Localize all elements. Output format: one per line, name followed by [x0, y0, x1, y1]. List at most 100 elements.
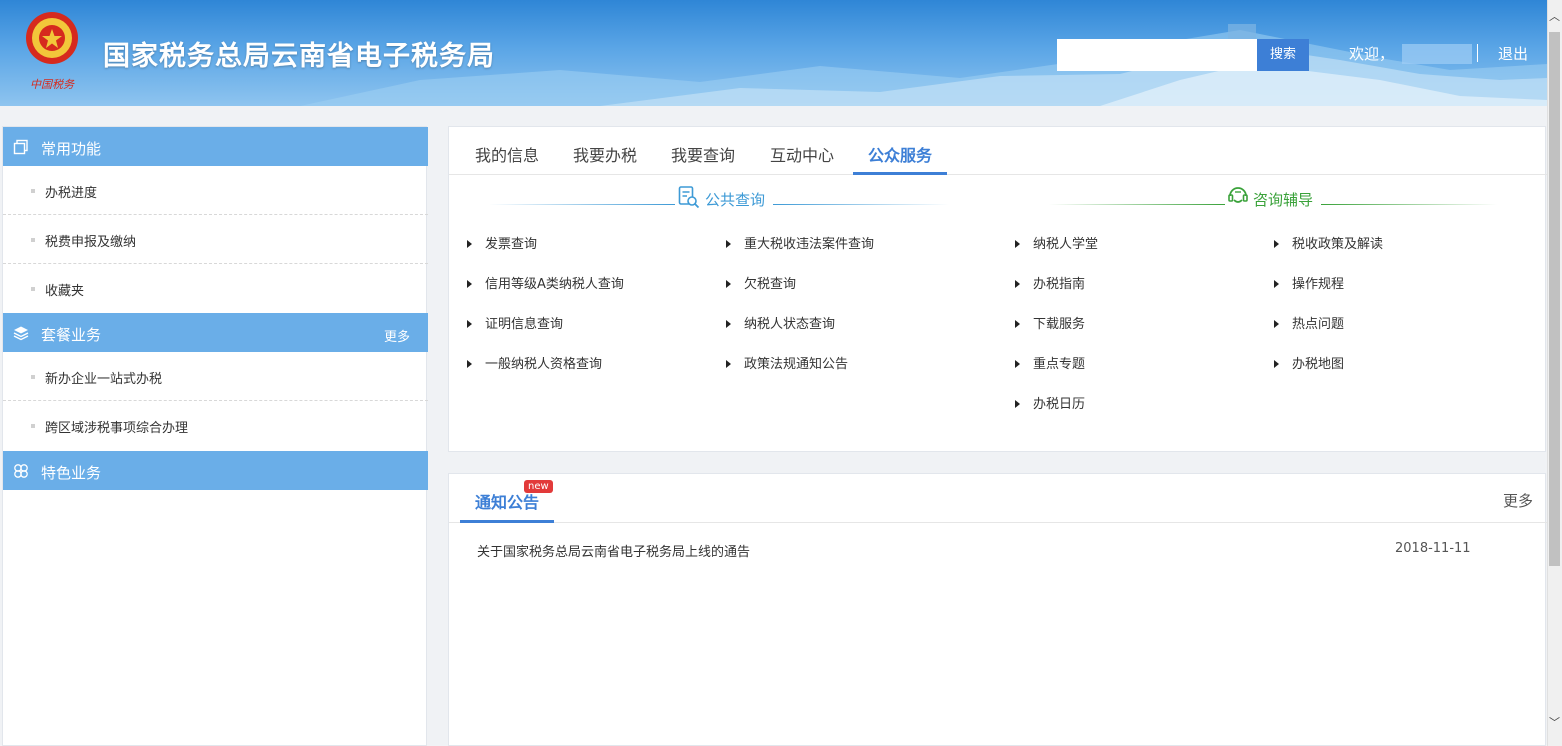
scroll-thumb[interactable]: [1549, 32, 1560, 566]
bullet-arrow-icon: [1274, 240, 1279, 248]
divider-line: [489, 204, 675, 205]
package-more-link[interactable]: 更多: [384, 326, 410, 345]
link-invoice-query[interactable]: 发票查询: [467, 233, 537, 252]
new-badge: new: [524, 480, 553, 493]
active-tab-indicator: [460, 520, 554, 523]
bullet-arrow-icon: [726, 320, 731, 328]
sidebar-item-progress[interactable]: 办税进度: [3, 166, 428, 215]
link-download-service[interactable]: 下载服务: [1015, 313, 1085, 332]
link-hot-issues[interactable]: 热点问题: [1274, 313, 1344, 332]
bullet-icon: [31, 189, 35, 193]
notice-item-link[interactable]: 关于国家税务总局云南省电子税务局上线的通告: [477, 541, 750, 560]
link-label: 办税指南: [1033, 277, 1086, 292]
bullet-icon: [31, 424, 35, 428]
tab-my-info[interactable]: 我的信息: [475, 142, 539, 166]
sidebar-item-label: 新办企业一站式办税: [45, 372, 163, 387]
link-label: 热点问题: [1292, 317, 1345, 332]
svg-text:中国税务: 中国税务: [30, 78, 75, 91]
link-credit-a-query[interactable]: 信用等级A类纳税人查询: [467, 273, 624, 292]
public-query-title: 公共查询: [705, 191, 766, 209]
link-tax-policy[interactable]: 税收政策及解读: [1274, 233, 1383, 252]
bullet-icon: [31, 238, 35, 242]
bullet-arrow-icon: [467, 360, 472, 368]
search-document-icon: [678, 186, 700, 209]
sidebar-item-label: 办税进度: [45, 186, 98, 201]
link-label: 办税日历: [1033, 397, 1086, 412]
divider-line: [1321, 204, 1497, 205]
tab-bar: 我的信息 我要办税 我要查询 互动中心 公众服务: [449, 127, 1547, 175]
bullet-arrow-icon: [467, 240, 472, 248]
link-label: 操作规程: [1292, 277, 1345, 292]
bullet-arrow-icon: [726, 240, 731, 248]
notice-more-link[interactable]: 更多: [1503, 490, 1533, 511]
consult-helmet-icon: [1228, 187, 1248, 203]
link-key-topics[interactable]: 重点专题: [1015, 353, 1085, 372]
link-taxpayer-school[interactable]: 纳税人学堂: [1015, 233, 1098, 252]
sidebar-section-package[interactable]: 套餐业务 更多: [3, 313, 428, 352]
bullet-arrow-icon: [1015, 280, 1020, 288]
link-policy-notice[interactable]: 政策法规通知公告: [726, 353, 848, 372]
link-label: 重大税收违法案件查询: [744, 237, 875, 252]
bullet-arrow-icon: [1015, 320, 1020, 328]
bullet-arrow-icon: [1274, 280, 1279, 288]
sidebar: 常用功能 办税进度 税费申报及缴纳 收藏夹 套餐业务 更多 新办企业一站式办税 …: [2, 126, 428, 746]
bullet-arrow-icon: [1015, 240, 1020, 248]
sidebar-section-featured[interactable]: 特色业务: [3, 451, 428, 490]
search-input[interactable]: [1057, 39, 1257, 71]
link-label: 纳税人学堂: [1033, 237, 1099, 252]
service-panel: 我的信息 我要办税 我要查询 互动中心 公众服务 公共查询 咨询辅导 发票查询 …: [448, 126, 1547, 452]
bullet-arrow-icon: [726, 360, 731, 368]
tax-emblem-logo: 中国税务: [26, 12, 78, 91]
bullet-arrow-icon: [467, 280, 472, 288]
link-tax-map[interactable]: 办税地图: [1274, 353, 1344, 372]
link-tax-guide[interactable]: 办税指南: [1015, 273, 1085, 292]
scroll-up-arrow-icon[interactable]: ︿: [1547, 8, 1562, 24]
link-label: 下载服务: [1033, 317, 1086, 332]
link-label: 欠税查询: [744, 277, 797, 292]
divider-line: [773, 204, 949, 205]
bullet-icon: [31, 287, 35, 291]
scroll-down-arrow-icon[interactable]: ﹀: [1547, 714, 1562, 730]
link-label: 纳税人状态查询: [744, 317, 836, 332]
flower-icon: [14, 464, 28, 478]
sidebar-item-label: 税费申报及缴纳: [45, 235, 137, 250]
tab-public-service[interactable]: 公众服务: [868, 142, 932, 166]
sidebar-item-cross-region[interactable]: 跨区域涉税事项综合办理: [3, 401, 428, 450]
sidebar-item-label: 跨区域涉税事项综合办理: [45, 421, 189, 436]
link-general-taxpayer-query[interactable]: 一般纳税人资格查询: [467, 353, 602, 372]
tab-tax-handling[interactable]: 我要办税: [573, 142, 637, 166]
logout-link[interactable]: 退出: [1498, 43, 1528, 64]
username-masked: [1402, 44, 1472, 64]
sidebar-section-label: 特色业务: [41, 464, 102, 482]
sidebar-item-label: 收藏夹: [45, 284, 85, 299]
sidebar-section-common[interactable]: 常用功能: [3, 127, 428, 166]
link-label: 发票查询: [485, 237, 538, 252]
link-label: 信用等级A类纳税人查询: [485, 277, 624, 292]
consulting-title: 咨询辅导: [1253, 191, 1314, 209]
link-tax-arrears-query[interactable]: 欠税查询: [726, 273, 796, 292]
search-button[interactable]: 搜索: [1257, 39, 1309, 71]
link-label: 税收政策及解读: [1292, 237, 1384, 252]
bullet-arrow-icon: [467, 320, 472, 328]
sidebar-section-label: 常用功能: [41, 140, 102, 158]
welcome-text: 欢迎，: [1349, 45, 1395, 63]
link-violation-case-query[interactable]: 重大税收违法案件查询: [726, 233, 874, 252]
link-taxpayer-status-query[interactable]: 纳税人状态查询: [726, 313, 835, 332]
sidebar-item-new-enterprise[interactable]: 新办企业一站式办税: [3, 352, 428, 401]
tab-interaction[interactable]: 互动中心: [770, 142, 834, 166]
divider-line: [1049, 204, 1225, 205]
sidebar-item-favorites[interactable]: 收藏夹: [3, 264, 428, 313]
link-operation-rules[interactable]: 操作规程: [1274, 273, 1344, 292]
link-label: 办税地图: [1292, 357, 1345, 372]
link-tax-calendar[interactable]: 办税日历: [1015, 393, 1085, 412]
sidebar-section-label: 套餐业务: [41, 326, 102, 344]
layers-icon: [13, 326, 29, 341]
link-label: 政策法规通知公告: [744, 357, 849, 372]
active-tab-indicator: [853, 172, 947, 175]
tab-query[interactable]: 我要查询: [671, 142, 735, 166]
link-label: 一般纳税人资格查询: [485, 357, 603, 372]
notice-header: 通知公告 new 更多: [449, 474, 1547, 523]
link-label: 重点专题: [1033, 357, 1086, 372]
sidebar-item-declaration[interactable]: 税费申报及缴纳: [3, 215, 428, 264]
link-certificate-query[interactable]: 证明信息查询: [467, 313, 563, 332]
